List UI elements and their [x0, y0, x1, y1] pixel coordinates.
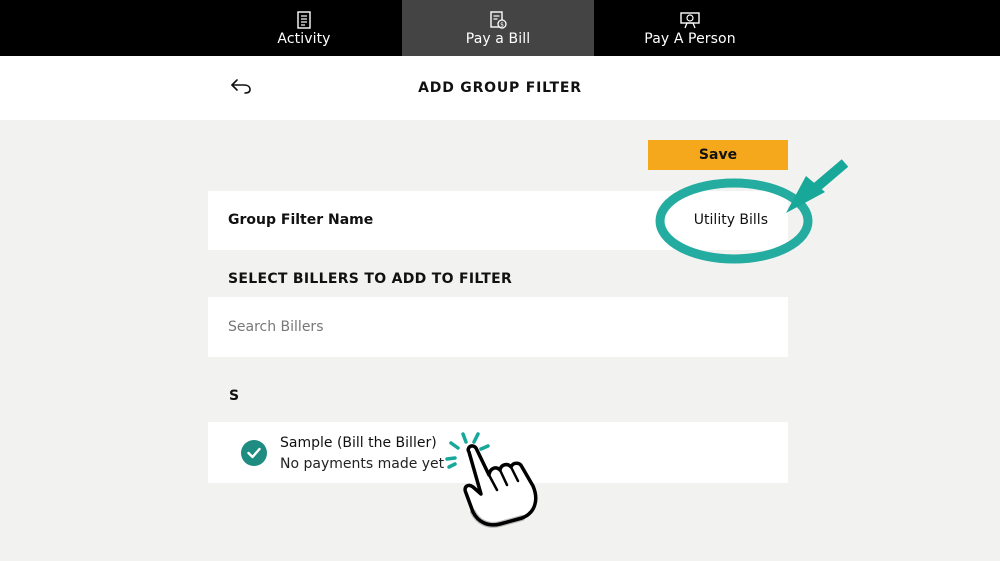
group-filter-name-input[interactable]	[568, 212, 768, 228]
page-title: ADD GROUP FILTER	[418, 80, 582, 96]
search-billers-box	[208, 297, 788, 357]
group-filter-name-row: Group Filter Name	[208, 191, 788, 250]
group-filter-name-label: Group Filter Name	[228, 212, 374, 228]
save-button[interactable]: Save	[648, 140, 788, 170]
receipt-icon	[294, 11, 314, 29]
bill-dollar-icon: $	[488, 11, 508, 29]
select-billers-heading: SELECT BILLERS TO ADD TO FILTER	[228, 271, 513, 287]
page-header: ADD GROUP FILTER	[0, 56, 1000, 120]
checkmark-icon[interactable]	[241, 440, 267, 466]
alphabet-section-heading: S	[229, 388, 240, 404]
tab-activity-label: Activity	[277, 31, 331, 47]
biller-status: No payments made yet	[280, 456, 445, 472]
tab-activity[interactable]: Activity	[208, 0, 400, 56]
top-nav: Activity $ Pay a Bill Pay A Person	[0, 0, 1000, 56]
biller-name: Sample (Bill the Biller)	[280, 435, 437, 451]
person-money-icon	[680, 11, 700, 29]
biller-list-item[interactable]: Sample (Bill the Biller) No payments mad…	[208, 422, 788, 483]
tab-pay-a-person[interactable]: Pay A Person	[594, 0, 786, 56]
search-billers-input[interactable]	[228, 317, 768, 337]
tab-pay-a-bill[interactable]: $ Pay a Bill	[402, 0, 594, 56]
tab-pay-a-bill-label: Pay a Bill	[465, 31, 531, 47]
svg-text:$: $	[500, 21, 504, 28]
pointer-arrow-icon	[786, 159, 849, 213]
tab-pay-a-person-label: Pay A Person	[644, 31, 736, 47]
